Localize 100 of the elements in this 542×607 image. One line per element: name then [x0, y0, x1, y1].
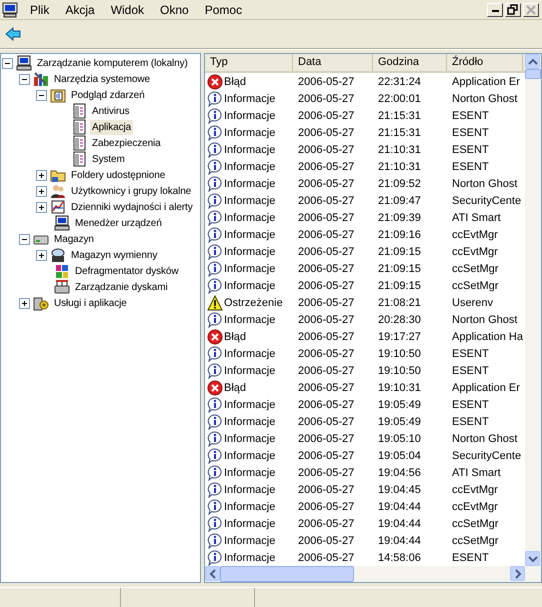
computer-icon[interactable]	[2, 2, 18, 18]
table-cell: Norton Ghost	[452, 432, 518, 444]
tree-item[interactable]: Menedżer urządzeń	[73, 216, 164, 230]
expand-toggle[interactable]	[36, 186, 47, 196]
tree-item[interactable]: Użytkownicy i grupy lokalne	[69, 184, 194, 198]
table-cell: Informacje	[224, 432, 276, 444]
log-folder-icon	[50, 87, 66, 103]
tree-item[interactable]: Podgląd zdarzeń	[69, 88, 147, 102]
scroll-thumb[interactable]	[220, 566, 354, 582]
info-icon	[207, 124, 223, 140]
back-button[interactable]	[3, 24, 23, 44]
table-cell: 2006-05-27	[298, 416, 354, 428]
table-cell: 22:31:24	[378, 76, 421, 88]
table-cell: SecurityCente	[452, 450, 522, 462]
tree-item[interactable]: Usługi i aplikacje	[52, 296, 129, 310]
tree-item[interactable]: Aplikacja	[90, 120, 134, 134]
table-cell: Informacje	[224, 552, 276, 564]
table-cell: 14:58:06	[378, 552, 421, 564]
log-icon	[71, 103, 87, 119]
scroll-up-button[interactable]	[525, 54, 540, 69]
horizontal-scrollbar[interactable]	[205, 566, 541, 582]
table-cell: Informacje	[224, 194, 276, 206]
menu-item[interactable]: Akcja	[59, 2, 101, 18]
table-cell: Informacje	[224, 466, 276, 478]
table-cell: 19:05:04	[378, 450, 421, 462]
table-cell: ccEvtMgr	[452, 246, 498, 258]
expand-toggle[interactable]	[36, 250, 47, 260]
tree-item[interactable]: Defragmentator dysków	[73, 264, 181, 278]
minimize-button[interactable]	[487, 2, 503, 16]
restore-button[interactable]	[505, 2, 521, 16]
table-cell: Norton Ghost	[452, 178, 518, 190]
info-icon	[207, 108, 223, 124]
table-cell: 2006-05-27	[298, 314, 354, 326]
menu-item[interactable]: Okno	[154, 2, 195, 18]
table-cell: 19:04:44	[378, 500, 421, 512]
info-icon	[207, 244, 223, 260]
vertical-scrollbar[interactable]	[525, 54, 541, 566]
scroll-down-button[interactable]	[525, 551, 540, 566]
expand-toggle[interactable]	[36, 170, 47, 180]
menu-item[interactable]: Pomoc	[198, 2, 248, 18]
close-button[interactable]	[523, 2, 539, 16]
back-arrow-icon	[5, 26, 21, 42]
table-cell: ESENT	[452, 364, 489, 376]
info-icon	[207, 312, 223, 328]
table-cell: ccEvtMgr	[452, 484, 498, 496]
table-cell: 2006-05-27	[298, 280, 354, 292]
table-cell: 2006-05-27	[298, 432, 354, 444]
menu-item[interactable]: Plik	[24, 2, 56, 18]
table-cell: 2006-05-27	[298, 518, 354, 530]
scroll-left-button[interactable]	[205, 566, 220, 581]
scroll-thumb[interactable]	[525, 69, 541, 79]
table-cell: 2006-05-27	[298, 364, 354, 376]
expand-toggle[interactable]	[19, 298, 30, 308]
table-cell: ESENT	[452, 126, 489, 138]
table-cell: ESENT	[452, 552, 489, 564]
table-cell: ESENT	[452, 144, 489, 156]
collapse-toggle[interactable]	[36, 90, 47, 100]
tree-item[interactable]: Dzienniki wydajności i alerty	[69, 200, 195, 214]
table-cell: ESENT	[452, 160, 489, 172]
tree-item[interactable]: System	[90, 152, 127, 166]
info-icon	[207, 430, 223, 446]
table-cell: Userenv	[452, 296, 493, 308]
table-cell: 19:04:44	[378, 534, 421, 546]
tree-item[interactable]: Antivirus	[90, 104, 132, 118]
tree-item[interactable]: Magazyn	[52, 232, 96, 246]
tree-item[interactable]: Narzędzia systemowe	[52, 72, 152, 86]
chevron-left-icon	[208, 568, 216, 578]
table-cell: Informacje	[224, 348, 276, 360]
table-cell: 21:09:15	[378, 280, 421, 292]
tree-item[interactable]: Zarządzanie komputerem (lokalny)	[35, 56, 190, 70]
expand-toggle[interactable]	[36, 202, 47, 212]
table-cell: Informacje	[224, 416, 276, 428]
info-icon	[207, 260, 223, 276]
column-header[interactable]: Typ	[205, 54, 293, 71]
table-cell: 2006-05-27	[298, 126, 354, 138]
tree-item[interactable]: Magazyn wymienny	[69, 248, 160, 262]
info-icon	[207, 346, 223, 362]
collapse-toggle[interactable]	[19, 234, 30, 244]
tree-item[interactable]: Foldery udostępnione	[69, 168, 168, 182]
table-cell: 19:05:49	[378, 398, 421, 410]
table-cell: 2006-05-27	[298, 398, 354, 410]
table-cell: ATI Smart	[452, 212, 501, 224]
info-icon	[207, 448, 223, 464]
tree-item[interactable]: Zarządzanie dyskami	[73, 280, 170, 294]
table-cell: 2006-05-27	[298, 330, 354, 342]
info-icon	[207, 142, 223, 158]
info-icon	[207, 516, 223, 532]
scroll-right-button[interactable]	[510, 566, 525, 581]
table-cell: 19:05:10	[378, 432, 421, 444]
column-header[interactable]: Godzina	[373, 54, 447, 71]
collapse-toggle[interactable]	[2, 58, 13, 68]
tree-item[interactable]: Zabezpieczenia	[90, 136, 163, 150]
menu-item[interactable]: Widok	[104, 2, 150, 18]
error-icon	[207, 328, 223, 344]
table-cell: ESENT	[452, 416, 489, 428]
column-header[interactable]: Data	[293, 54, 373, 71]
collapse-toggle[interactable]	[19, 74, 30, 84]
table-cell: ESENT	[452, 348, 489, 360]
column-header[interactable]: Źródło	[447, 54, 523, 71]
table-cell: 2006-05-27	[298, 144, 354, 156]
